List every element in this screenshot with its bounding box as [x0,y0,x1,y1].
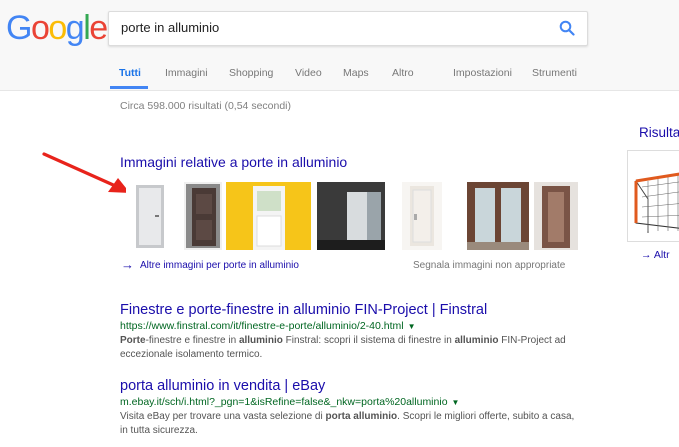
result-url-text: m.ebay.it/sch/i.html?_pgn=1&isRefine=fal… [120,396,448,408]
image-thumbnail[interactable] [534,182,578,250]
door-image [467,182,529,250]
snippet-text: . Scopri le migliori offerte, subito a c… [397,411,575,422]
soccer-goal-image [628,151,679,241]
logo-letter: G [6,9,32,47]
image-thumbnail[interactable] [317,182,385,250]
header-bar: Google porte in alluminio Tutti Immagini… [0,0,679,91]
tab-tutti[interactable]: Tutti [119,67,141,79]
search-result: Finestre e porte-finestre in alluminio F… [120,302,590,362]
snippet-bold: Porte [120,335,146,346]
door-image [136,185,164,248]
report-images-link[interactable]: Segnala immagini non appropriate [413,260,565,271]
search-tabs: Tutti Immagini Shopping Video Maps Altro… [0,60,679,90]
snippet-bold: alluminio [238,335,283,346]
snippet-text: Finstral: scopri il sistema di finestre … [282,335,455,346]
result-url-text: https://www.finstral.com/it/finestre-e-p… [120,320,404,332]
result-stats: Circa 598.000 risultati (0,54 secondi) [120,100,292,112]
image-thumbnail[interactable] [402,182,442,250]
tab-impostazioni[interactable]: Impostazioni [453,67,512,79]
snippet-text: Visita eBay per trovare una vasta selezi… [120,411,326,422]
snippet-text: FIN-Project ad [498,335,566,346]
snippet-text: eccezionale isolamento termico. [120,349,263,360]
search-input[interactable]: porte in alluminio [121,20,219,35]
dropdown-triangle-icon[interactable]: ▼ [408,322,416,331]
dropdown-triangle-icon[interactable]: ▼ [452,398,460,407]
logo-letter: o [30,9,50,47]
tab-video[interactable]: Video [295,67,322,79]
side-more-label: Altr [653,249,670,261]
google-logo[interactable]: Google [6,9,108,48]
tab-maps[interactable]: Maps [343,67,369,79]
tab-immagini[interactable]: Immagini [165,67,208,79]
image-thumbnail[interactable] [126,182,174,250]
snippet-bold: porta alluminio [325,411,398,422]
door-image [542,186,570,248]
logo-letter: g [65,9,85,47]
side-panel-more[interactable]: → Altr [641,249,670,261]
more-images-label: Altre immagini per porte in alluminio [140,260,299,271]
images-heading[interactable]: Immagini relative a porte in alluminio [120,154,347,170]
image-thumbnail[interactable] [467,182,529,250]
door-image [317,182,385,250]
logo-letter: o [48,9,67,47]
side-panel-title[interactable]: Risulta [639,125,679,140]
tab-strumenti[interactable]: Strumenti [532,67,577,79]
snippet-text: in tutta sicurezza. [120,425,198,436]
result-snippet: Visita eBay per trovare una vasta selezi… [120,410,590,438]
side-panel-image[interactable] [627,150,679,242]
arrow-right-icon: → [641,249,654,261]
snippet-bold: alluminio [454,335,499,346]
result-title-link[interactable]: Finestre e porte-finestre in alluminio F… [120,302,590,318]
tab-shopping[interactable]: Shopping [229,67,273,79]
search-box[interactable]: porte in alluminio [108,11,588,46]
search-icon[interactable] [559,20,575,36]
snippet-text: -finestre e finestre in [145,335,239,346]
image-thumbnail[interactable] [184,182,222,250]
result-url: https://www.finstral.com/it/finestre-e-p… [120,320,590,332]
logo-letter: e [89,9,108,47]
image-thumbnail[interactable] [226,182,311,250]
result-url: m.ebay.it/sch/i.html?_pgn=1&isRefine=fal… [120,396,590,408]
arrow-right-icon: → [121,257,134,272]
more-images-link[interactable]: → Altre immagini per porte in alluminio [121,257,299,272]
result-title-link[interactable]: porta alluminio in vendita | eBay [120,378,590,394]
door-image [253,186,285,250]
search-result: porta alluminio in vendita | eBay m.ebay… [120,378,590,438]
door-image [410,186,434,246]
door-image [186,184,220,248]
active-tab-indicator [110,86,148,89]
result-snippet: Porte-finestre e finestre in alluminio F… [120,334,590,362]
tab-altro[interactable]: Altro [392,67,414,79]
